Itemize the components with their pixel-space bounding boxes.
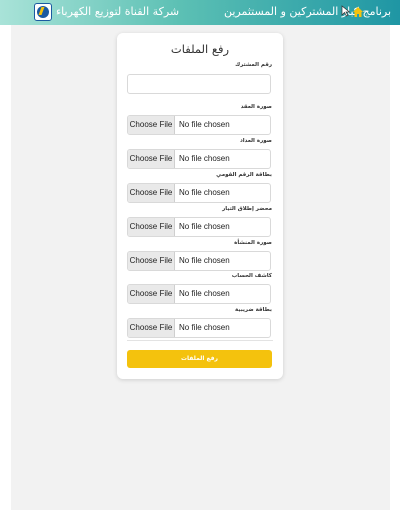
choose-file-button[interactable]: Choose File [128,252,175,270]
program-title[interactable]: برنامج كبار المشتركين و المستثمرين [224,5,391,18]
home-icon[interactable] [352,6,364,18]
no-file-text: No file chosen [179,323,230,332]
choose-file-button[interactable]: Choose File [128,218,175,236]
choose-file-button[interactable]: Choose File [128,116,175,134]
subscriber-number-label: رقم المشترك [235,62,272,68]
no-file-text: No file chosen [179,154,230,163]
national-id-file-input[interactable]: Choose File No file chosen [127,183,271,203]
facility-image-file-input[interactable]: Choose File No file chosen [127,251,271,271]
left-frame [0,0,11,510]
meter-image-label: صورة العداد [239,138,272,144]
choose-file-button[interactable]: Choose File [128,285,175,303]
company-name: شركة القناة لتوزيع الكهرباء [56,5,180,18]
right-frame [390,0,400,510]
cursor-icon [341,5,351,17]
no-file-text: No file chosen [179,120,230,129]
company-logo[interactable] [34,3,52,21]
choose-file-button[interactable]: Choose File [128,184,175,202]
no-file-text: No file chosen [179,222,230,231]
form-title: رفع الملفات [170,42,230,56]
power-release-record-label: محضر إطلاق التيار [222,206,272,212]
choose-file-button[interactable]: Choose File [128,319,175,337]
account-statement-file-input[interactable]: Choose File No file chosen [127,284,271,304]
meter-image-file-input[interactable]: Choose File No file chosen [127,149,271,169]
subscriber-number-input[interactable] [127,74,271,94]
top-header: شركة القناة لتوزيع الكهرباء برنامج كبار … [0,0,400,25]
upload-card: رفع الملفات رقم المشترك صورة العقد Choos… [117,33,283,379]
contract-image-file-input[interactable]: Choose File No file chosen [127,115,271,135]
no-file-text: No file chosen [179,188,230,197]
no-file-text: No file chosen [179,289,230,298]
power-release-record-file-input[interactable]: Choose File No file chosen [127,217,271,237]
national-id-label: بطاقة الرقم القومي [216,172,272,178]
account-statement-label: كاشف الحساب [231,273,272,279]
form-divider [127,340,273,341]
facility-image-label: صورة المنشأة [234,240,272,246]
upload-files-button[interactable]: رفع الملفات [127,350,272,368]
tax-card-label: بطاقة ضريبية [235,307,272,313]
no-file-text: No file chosen [179,256,230,265]
tax-card-file-input[interactable]: Choose File No file chosen [127,318,271,338]
contract-image-label: صورة العقد [240,104,272,110]
choose-file-button[interactable]: Choose File [128,150,175,168]
